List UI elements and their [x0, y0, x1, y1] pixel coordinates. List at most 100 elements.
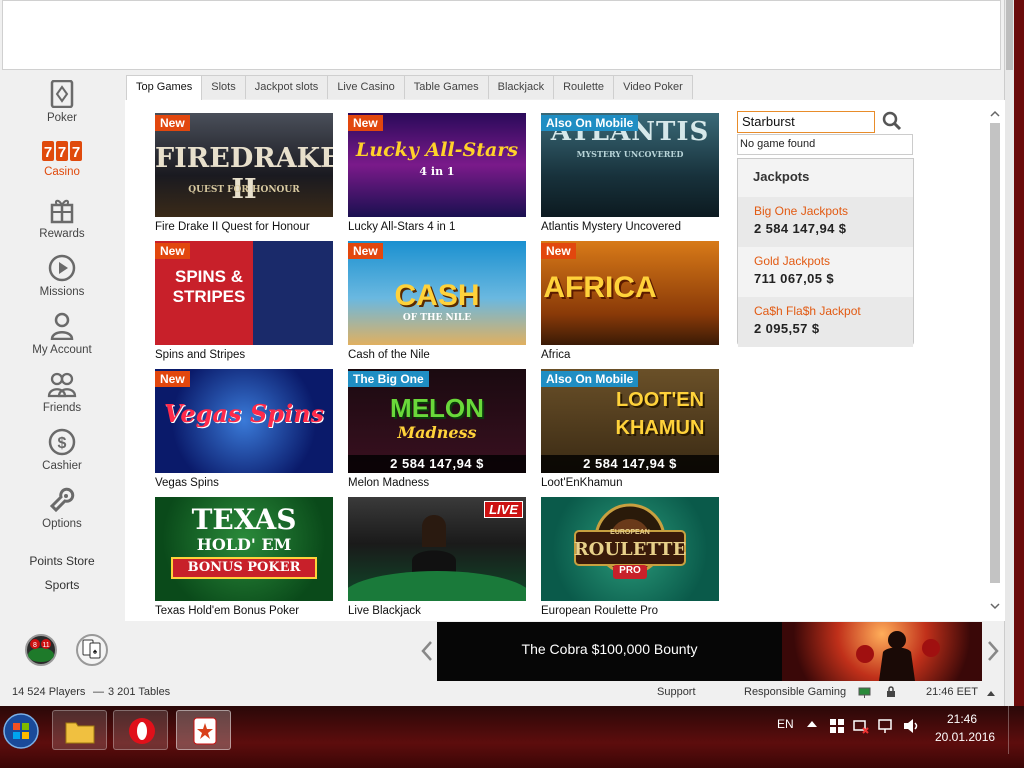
game-search-input[interactable]: Starburst [737, 111, 875, 133]
game-tile[interactable]: LIVE Live Blackjack [348, 497, 526, 617]
game-thumbnail[interactable]: ATLANTIS MYSTERY UNCOVERED Also On Mobil… [541, 113, 719, 217]
tab-live-casino[interactable]: Live Casino [327, 75, 405, 99]
game-art-subtitle: 4 in 1 [419, 165, 455, 178]
game-name[interactable]: Cash of the Nile [348, 349, 526, 361]
game-tile[interactable]: Lucky All-Stars 4 in 1 New Lucky All-Sta… [348, 113, 526, 233]
poker-client-window: Poker 777 Casino Rewards Missions My Acc… [0, 0, 1014, 706]
jackpot-name[interactable]: Big One Jackpots [754, 204, 897, 218]
taskbar-pokerstars[interactable] [176, 710, 231, 750]
game-thumbnail[interactable]: Lucky All-Stars 4 in 1 New [348, 113, 526, 217]
sports-link[interactable]: Sports [0, 578, 124, 592]
jackpot-item[interactable]: Big One Jackpots 2 584 147,94 $ [738, 197, 913, 247]
games-scrollbar[interactable] [988, 109, 1002, 614]
game-tile[interactable]: AFRICA New Africa [541, 241, 719, 361]
game-name[interactable]: Africa [541, 349, 719, 361]
show-desktop-button[interactable] [1008, 706, 1024, 754]
sidebar-item-cashier[interactable]: $ Cashier [0, 428, 124, 472]
game-name[interactable]: Lucky All-Stars 4 in 1 [348, 221, 526, 233]
game-thumbnail[interactable]: SPINS & STRIPES New [155, 241, 333, 345]
tray-expand-icon[interactable] [807, 720, 817, 728]
sidebar-item-missions[interactable]: Missions [0, 254, 124, 298]
lock-icon[interactable] [886, 686, 896, 698]
game-name[interactable]: Fire Drake II Quest for Honour [155, 221, 333, 233]
tab-slots[interactable]: Slots [201, 75, 246, 99]
game-thumbnail[interactable]: Vegas Spins New [155, 369, 333, 473]
game-thumbnail[interactable]: MELON Madness The Big One 2 584 147,94 $ [348, 369, 526, 473]
game-thumbnail[interactable]: AFRICA New [541, 241, 719, 345]
sidebar-item-my-account[interactable]: My Account [0, 312, 124, 356]
badge: New [541, 243, 576, 259]
responsible-gaming-link[interactable]: Responsible Gaming [744, 686, 846, 698]
tab-roulette[interactable]: Roulette [553, 75, 615, 99]
language-indicator[interactable]: EN [777, 717, 794, 731]
jackpot-item[interactable]: Gold Jackpots 711 067,05 $ [738, 247, 913, 297]
jackpot-value: 711 067,05 $ [754, 271, 834, 286]
game-tile[interactable]: EUROPEAN ROULETTE PRO European Roulette … [541, 497, 719, 617]
search-icon[interactable] [882, 111, 902, 131]
windows-start-icon[interactable] [2, 712, 40, 750]
game-tile[interactable]: CASH OF THE NILE New Cash of the Nile [348, 241, 526, 361]
taskbar-opera[interactable] [113, 710, 168, 750]
promo-banner[interactable]: The Cobra $100,000 Bounty [437, 622, 982, 681]
game-tile[interactable]: Vegas Spins New Vegas Spins [155, 369, 333, 489]
window-scrollbar[interactable] [1004, 0, 1014, 706]
sidebar-item-options[interactable]: Options [0, 486, 124, 530]
game-thumbnail[interactable]: CASH OF THE NILE New [348, 241, 526, 345]
jackpot-name[interactable]: Ca$h Fla$h Jackpot [754, 304, 897, 318]
banner-prev-icon[interactable] [420, 640, 434, 662]
badge: The Big One [348, 371, 429, 387]
game-tile[interactable]: LOOT'EN KHAMUN Also On Mobile 2 584 147,… [541, 369, 719, 489]
jackpot-item[interactable]: Ca$h Fla$h Jackpot 2 095,57 $ [738, 297, 913, 347]
tray-volume-icon[interactable] [903, 718, 919, 734]
action-center-flag-icon[interactable] [829, 718, 845, 734]
tab-top-games[interactable]: Top Games [126, 75, 203, 101]
tab-jackpot-slots[interactable]: Jackpot slots [244, 75, 329, 99]
jackpot-name[interactable]: Gold Jackpots [754, 254, 897, 268]
svg-text:7: 7 [44, 144, 52, 161]
monitor-icon[interactable] [858, 687, 871, 698]
game-thumbnail[interactable]: LIVE [348, 497, 526, 601]
game-name[interactable]: Melon Madness [348, 477, 526, 489]
game-thumbnail[interactable]: TEXAS HOLD' EM BONUS POKER [155, 497, 333, 601]
game-tile[interactable]: ATLANTIS MYSTERY UNCOVERED Also On Mobil… [541, 113, 719, 233]
games-scrollbar-thumb[interactable] [990, 123, 1000, 583]
taskbar-time[interactable]: 21:46 [947, 712, 977, 726]
roulette-table-icon[interactable]: 8 11 [24, 633, 58, 667]
game-name[interactable]: Atlantis Mystery Uncovered [541, 221, 719, 233]
game-thumbnail[interactable]: LOOT'EN KHAMUN Also On Mobile 2 584 147,… [541, 369, 719, 473]
game-thumbnail[interactable]: EUROPEAN ROULETTE PRO [541, 497, 719, 601]
game-name[interactable]: Loot'EnKhamun [541, 477, 719, 489]
banner-next-icon[interactable] [986, 640, 1000, 662]
tab-blackjack[interactable]: Blackjack [487, 75, 555, 99]
taskbar-explorer[interactable] [52, 710, 107, 750]
game-tile[interactable]: SPINS & STRIPES New Spins and Stripes [155, 241, 333, 361]
scroll-down-icon[interactable] [990, 601, 1000, 611]
game-name[interactable]: Vegas Spins [155, 477, 333, 489]
sidebar-item-rewards[interactable]: Rewards [0, 196, 124, 240]
jackpot-value: 2 584 147,94 $ [754, 221, 847, 236]
game-tile[interactable]: FIREDRAKE II QUEST FOR HONOUR New Fire D… [155, 113, 333, 233]
tab-video-poker[interactable]: Video Poker [613, 75, 693, 99]
tray-display-icon[interactable] [877, 718, 893, 734]
sidebar-item-casino[interactable]: 777 Casino [0, 140, 124, 178]
game-name[interactable]: Live Blackjack [348, 605, 526, 617]
game-thumbnail[interactable]: FIREDRAKE II QUEST FOR HONOUR New [155, 113, 333, 217]
game-art-title: Vegas Spins [163, 399, 325, 428]
sidebar-item-poker[interactable]: Poker [0, 80, 124, 124]
blackjack-table-icon[interactable]: ♠ [75, 633, 109, 667]
game-name[interactable]: European Roulette Pro [541, 605, 719, 617]
scroll-up-icon[interactable] [990, 109, 1000, 119]
sidebar-item-friends[interactable]: Friends [0, 370, 124, 414]
game-name[interactable]: Texas Hold'em Bonus Poker [155, 605, 333, 617]
window-scrollbar-thumb[interactable] [1006, 0, 1013, 70]
support-link[interactable]: Support [657, 686, 696, 698]
game-tile[interactable]: TEXAS HOLD' EM BONUS POKER Texas Hold'em… [155, 497, 333, 617]
game-name[interactable]: Spins and Stripes [155, 349, 333, 361]
points-store-link[interactable]: Points Store [0, 554, 124, 568]
taskbar-date[interactable]: 20.01.2016 [935, 730, 995, 744]
game-art-ribbon: PRO [619, 565, 641, 576]
tab-table-games[interactable]: Table Games [403, 75, 489, 99]
game-tile[interactable]: MELON Madness The Big One 2 584 147,94 $… [348, 369, 526, 489]
expand-up-icon[interactable] [987, 690, 995, 696]
tray-network-icon[interactable] [853, 718, 869, 734]
